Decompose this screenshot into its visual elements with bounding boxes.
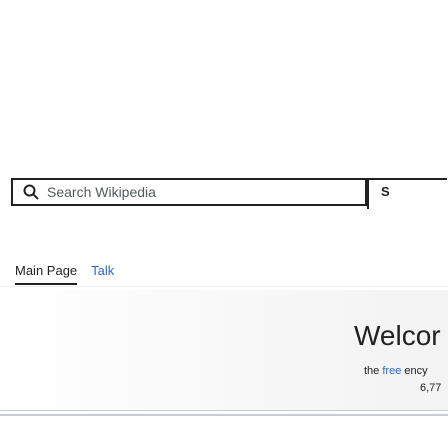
search-input[interactable] xyxy=(47,184,327,200)
welcome-subtitle-suffix: ency xyxy=(401,365,428,377)
tab-main-page[interactable]: Main Page xyxy=(15,263,78,285)
search-box[interactable] xyxy=(11,178,367,206)
welcome-title: Welcor xyxy=(354,320,441,351)
page-tabs: Main Page Talk xyxy=(15,263,114,285)
tabs-divider xyxy=(0,286,448,287)
bottom-divider xyxy=(0,414,448,416)
search-icon xyxy=(23,184,39,200)
welcome-subtitle-prefix: the xyxy=(364,365,383,377)
welcome-banner: Welcor the free ency 6,77 xyxy=(0,290,448,411)
tab-talk[interactable]: Talk xyxy=(91,263,114,285)
search-submit-button[interactable]: S xyxy=(367,178,447,209)
free-link[interactable]: free xyxy=(382,365,401,377)
wikipedia-mobile-page: S Main Page Talk Welcor the free ency 6,… xyxy=(0,0,448,448)
article-count: 6,77 xyxy=(420,382,442,394)
page-header xyxy=(0,0,448,168)
welcome-subtitle: the free ency xyxy=(364,365,428,377)
